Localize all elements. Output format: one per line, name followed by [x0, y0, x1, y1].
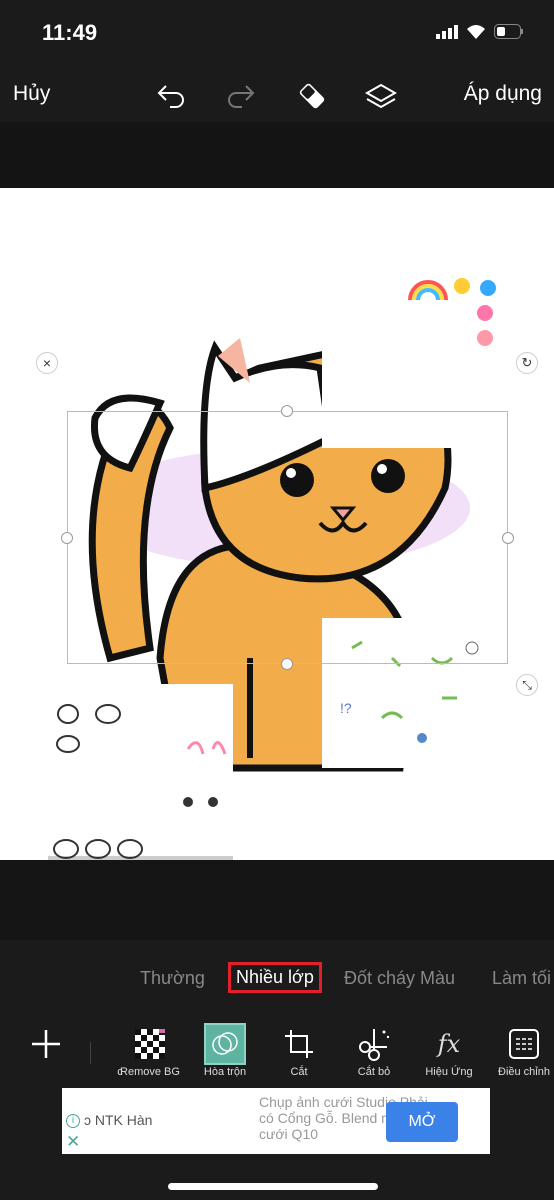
ad-left-text: ɔ NTK Hàn	[84, 1112, 153, 1128]
blend-mode-normal[interactable]: Thường	[140, 968, 205, 989]
rotate-icon[interactable]: ↻	[516, 352, 538, 374]
tool-blend[interactable]: Hòa trộn	[187, 1022, 263, 1078]
sticker-layer-left[interactable]	[48, 684, 233, 860]
scissors-icon	[359, 1029, 390, 1061]
close-ad-icon[interactable]: ✕	[66, 1132, 80, 1152]
tool-crop[interactable]: Cắt	[261, 1022, 337, 1078]
battery-icon	[494, 24, 523, 39]
canvas-margin	[0, 122, 554, 188]
image-canvas[interactable]: !? × ↻ ⤡	[0, 188, 554, 860]
resize-handle-top[interactable]	[281, 405, 293, 417]
blend-icon	[204, 1023, 246, 1065]
resize-handle-right[interactable]	[502, 532, 514, 544]
svg-text:!?: !?	[340, 700, 352, 716]
delete-layer-icon[interactable]: ×	[36, 352, 58, 374]
blend-mode-bar: Thường Nhiều lớp Đốt cháy Màu Làm tối	[0, 962, 554, 996]
ad-banner[interactable]: i ✕ ɔ NTK Hàn Chụp ảnh cưới Studio Phải …	[62, 1088, 490, 1154]
undo-icon[interactable]	[156, 82, 188, 110]
redo-icon[interactable]	[224, 82, 256, 110]
fx-icon: fx	[437, 1030, 461, 1058]
wifi-icon	[467, 25, 485, 39]
status-icons	[436, 24, 524, 39]
blend-mode-darken[interactable]: Làm tối	[492, 968, 551, 989]
tool-bar: c Remove BG Hòa trộn Cắt Cắt bỏ fx Hiệu Ứ…	[0, 1022, 554, 1088]
tool-effects[interactable]: fx Hiệu Ứng	[411, 1022, 487, 1078]
info-icon[interactable]: i	[66, 1114, 80, 1128]
crop-icon	[285, 1030, 313, 1058]
home-indicator[interactable]	[168, 1183, 378, 1190]
checkerboard-icon	[135, 1029, 165, 1059]
blend-mode-multiply[interactable]: Nhiều lớp	[228, 962, 322, 993]
cancel-button[interactable]: Hủy	[13, 82, 50, 106]
scale-icon[interactable]: ⤡	[516, 674, 538, 696]
apply-button[interactable]: Áp dụng	[464, 82, 542, 106]
resize-handle-left[interactable]	[61, 532, 73, 544]
resize-handle-bottom[interactable]	[281, 658, 293, 670]
selection-box[interactable]	[61, 405, 514, 670]
layers-icon[interactable]	[364, 82, 398, 112]
status-time: 11:49	[42, 20, 98, 45]
ad-open-button[interactable]: MỞ	[386, 1102, 458, 1142]
adjust-icon	[509, 1029, 539, 1059]
blend-mode-color-burn[interactable]: Đốt cháy Màu	[344, 968, 455, 989]
signal-icon	[436, 24, 458, 39]
canvas-margin-bottom	[0, 860, 554, 940]
tool-adjust[interactable]: Điều chỉnh	[486, 1022, 554, 1078]
eraser-icon[interactable]	[296, 80, 328, 112]
tool-cutout[interactable]: Cắt bỏ	[336, 1022, 412, 1078]
tool-remove-bg[interactable]: Remove BG	[112, 1022, 188, 1078]
editor-toolbar: Hủy Áp dụng	[0, 70, 554, 122]
